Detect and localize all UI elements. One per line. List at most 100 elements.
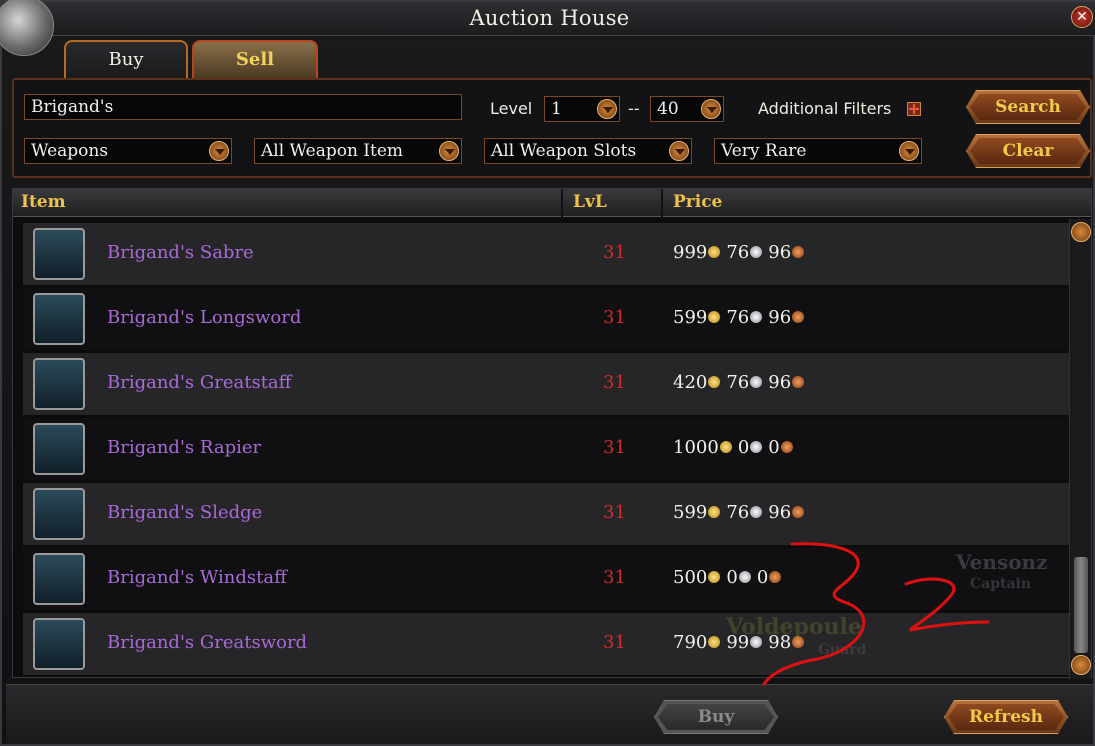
table-row[interactable]: Brigand's Rapier 31 1000 0 0 — [23, 418, 1075, 480]
silver-amount: 0 — [737, 437, 750, 458]
item-name[interactable]: Brigand's Greatstaff — [107, 372, 291, 393]
weapon-icon — [33, 228, 85, 280]
silver-coin-icon — [750, 441, 763, 453]
chevron-down-icon[interactable] — [439, 141, 459, 161]
silver-amount: 76 — [726, 372, 750, 393]
gold-amount: 1000 — [673, 437, 719, 458]
category-value: Weapons — [31, 141, 109, 161]
silver-coin-icon — [750, 246, 763, 258]
level-label: Level — [490, 99, 533, 118]
level-min-dropdown[interactable]: 1 — [544, 96, 620, 122]
table-row[interactable]: Brigand's Greatsword 31 790 99 98 — [23, 613, 1075, 675]
auction-house-window: Auction House ✕ Buy Sell Brigand's Level… — [0, 0, 1095, 746]
gold-amount: 599 — [673, 307, 708, 328]
gold-coin-icon — [708, 636, 721, 648]
clear-button-label: Clear — [1002, 141, 1054, 161]
chevron-down-icon[interactable] — [1071, 655, 1091, 675]
table-row[interactable]: Brigand's Greatstaff 31 420 76 96 — [23, 353, 1075, 415]
close-icon[interactable]: ✕ — [1071, 6, 1093, 28]
chevron-down-icon[interactable] — [669, 141, 689, 161]
window-title: Auction House — [469, 6, 630, 30]
item-price: 1000 0 0 — [673, 437, 799, 458]
item-name[interactable]: Brigand's Longsword — [107, 307, 301, 328]
silver-coin-icon — [750, 506, 763, 518]
table-header: Item LvL Price — [13, 189, 1091, 217]
item-price: 420 76 96 — [673, 372, 810, 393]
decorative-knob-icon — [0, 0, 54, 56]
weapon-icon — [33, 488, 85, 540]
item-price: 999 76 96 — [673, 242, 810, 263]
slots-dropdown[interactable]: All Weapon Slots — [484, 138, 692, 164]
header-level[interactable]: LvL — [573, 192, 607, 212]
gold-coin-icon — [708, 376, 721, 388]
copper-amount: 96 — [768, 372, 792, 393]
clear-button[interactable]: Clear — [966, 134, 1090, 168]
item-price: 500 0 0 — [673, 567, 787, 588]
item-name[interactable]: Brigand's Rapier — [107, 437, 261, 458]
table-row[interactable]: Brigand's Sledge 31 599 76 96 — [23, 483, 1075, 545]
scrollbar[interactable] — [1069, 219, 1091, 679]
item-name[interactable]: Brigand's Sabre — [107, 242, 254, 263]
tab-buy[interactable]: Buy — [64, 40, 188, 78]
item-name[interactable]: Brigand's Sledge — [107, 502, 262, 523]
item-level: 31 — [603, 242, 626, 263]
silver-coin-icon — [738, 571, 751, 583]
search-input[interactable]: Brigand's — [24, 94, 462, 120]
search-button-label: Search — [995, 97, 1061, 117]
gold-amount: 500 — [673, 567, 708, 588]
rarity-value: Very Rare — [721, 141, 807, 161]
plus-icon[interactable] — [907, 102, 921, 116]
slots-value: All Weapon Slots — [491, 141, 637, 161]
item-name[interactable]: Brigand's Windstaff — [107, 567, 287, 588]
category-dropdown[interactable]: Weapons — [24, 138, 232, 164]
header-price[interactable]: Price — [673, 192, 722, 212]
silver-amount: 76 — [726, 502, 750, 523]
buy-button[interactable]: Buy — [654, 700, 778, 734]
chevron-down-icon[interactable] — [597, 99, 617, 119]
item-name[interactable]: Brigand's Greatsword — [107, 632, 307, 653]
footer-bar: Buy Refresh — [6, 684, 1093, 744]
silver-amount: 76 — [726, 307, 750, 328]
copper-coin-icon — [792, 506, 805, 518]
background-player-title: Captain — [970, 576, 1032, 592]
background-npc-subtitle: Guard — [818, 642, 867, 658]
copper-coin-icon — [769, 571, 782, 583]
chevron-down-icon[interactable] — [209, 141, 229, 161]
silver-coin-icon — [750, 376, 763, 388]
item-level: 31 — [603, 372, 626, 393]
gold-coin-icon — [708, 246, 721, 258]
item-level: 31 — [603, 437, 626, 458]
item-type-value: All Weapon Item — [261, 141, 404, 161]
refresh-button-label: Refresh — [969, 707, 1043, 727]
copper-coin-icon — [792, 246, 805, 258]
scrollbar-thumb[interactable] — [1074, 557, 1088, 653]
level-min-value: 1 — [551, 99, 562, 119]
table-row[interactable]: Brigand's Windstaff 31 500 0 0 — [23, 548, 1075, 610]
level-max-dropdown[interactable]: 40 — [650, 96, 724, 122]
chevron-down-icon[interactable] — [701, 99, 721, 119]
results-table: Item LvL Price Brigand's Sabre 31 999 76 96 B… — [12, 188, 1092, 679]
tab-sell[interactable]: Sell — [192, 40, 318, 78]
search-button[interactable]: Search — [966, 90, 1090, 124]
table-row[interactable]: Brigand's Sabre 31 999 76 96 — [23, 223, 1075, 285]
weapon-icon — [33, 553, 85, 605]
chevron-down-icon[interactable] — [899, 141, 919, 161]
gold-amount: 999 — [673, 242, 708, 263]
gold-coin-icon — [708, 506, 721, 518]
filter-panel: Brigand's Level 1 -- 40 Additional Filte… — [12, 78, 1092, 178]
chevron-up-icon[interactable] — [1071, 222, 1091, 242]
item-type-dropdown[interactable]: All Weapon Item — [254, 138, 462, 164]
gold-amount: 790 — [673, 632, 708, 653]
title-bar[interactable]: Auction House ✕ — [2, 2, 1095, 36]
copper-amount: 96 — [768, 502, 792, 523]
weapon-icon — [33, 358, 85, 410]
header-item[interactable]: Item — [21, 192, 66, 212]
weapon-icon — [33, 423, 85, 475]
gold-coin-icon — [708, 311, 721, 323]
buy-button-label: Buy — [697, 707, 735, 727]
additional-filters-label: Additional Filters — [758, 99, 892, 118]
table-row[interactable]: Brigand's Longsword 31 599 76 96 — [23, 288, 1075, 350]
rarity-dropdown[interactable]: Very Rare — [714, 138, 922, 164]
copper-coin-icon — [792, 376, 805, 388]
refresh-button[interactable]: Refresh — [944, 700, 1068, 734]
